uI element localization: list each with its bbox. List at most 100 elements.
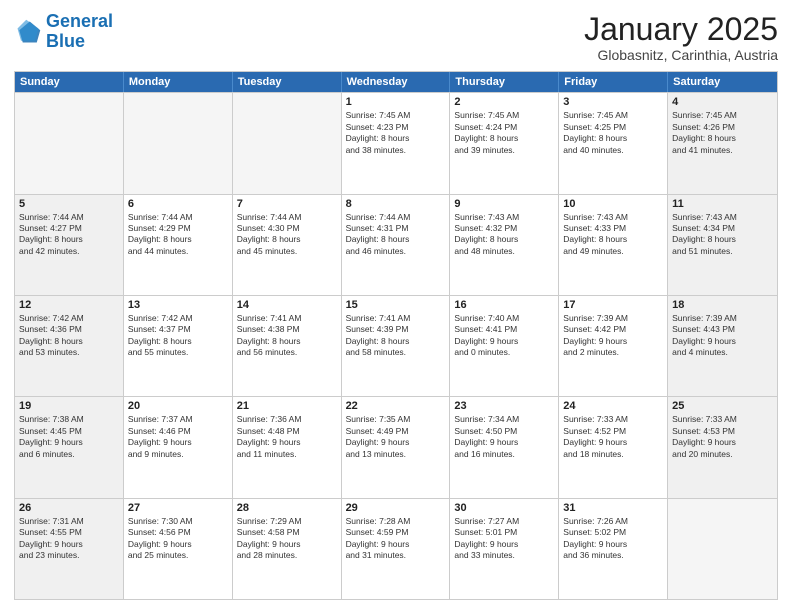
cal-cell-16: 16Sunrise: 7:40 AM Sunset: 4:41 PM Dayli…: [450, 296, 559, 396]
header: General Blue January 2025 Globasnitz, Ca…: [14, 12, 778, 63]
day-number: 31: [563, 502, 663, 514]
cell-text: Sunrise: 7:38 AM Sunset: 4:45 PM Dayligh…: [19, 414, 119, 460]
month-title: January 2025: [584, 12, 778, 47]
day-number: 3: [563, 96, 663, 108]
cal-cell-empty-0-1: [124, 93, 233, 193]
cell-text: Sunrise: 7:26 AM Sunset: 5:02 PM Dayligh…: [563, 516, 663, 562]
cal-cell-28: 28 Sunrise: 7:29 AM Sunset: 4:58 PM Dayli…: [233, 499, 342, 599]
day-number: 5: [19, 198, 119, 210]
cal-cell-empty-0-0: [15, 93, 124, 193]
cal-cell-14: 14 Sunrise: 7:41 AM Sunset: 4:38 PM Dayli…: [233, 296, 342, 396]
day-number: 25: [672, 400, 773, 412]
day-number: 20: [128, 400, 228, 412]
cell-text: Sunrise: 7:44 AM Sunset: 4:30 PM Dayligh…: [237, 212, 337, 258]
day-number: 29: [346, 502, 446, 514]
logo-blue: Blue: [46, 31, 85, 51]
cal-cell-17: 17Sunrise: 7:39 AM Sunset: 4:42 PM Dayli…: [559, 296, 668, 396]
cal-cell-1: 1 Sunrise: 7:45 AM Sunset: 4:23 PM Daylig…: [342, 93, 451, 193]
header-day-wednesday: Wednesday: [342, 72, 451, 92]
day-number: 14: [237, 299, 337, 311]
cell-text: Sunrise: 7:29 AM Sunset: 4:58 PM Dayligh…: [237, 516, 337, 562]
logo: General Blue: [14, 12, 113, 52]
cal-cell-23: 23 Sunrise: 7:34 AM Sunset: 4:50 PM Dayli…: [450, 397, 559, 497]
cal-cell-22: 22Sunrise: 7:35 AM Sunset: 4:49 PM Dayli…: [342, 397, 451, 497]
cell-text: Sunrise: 7:40 AM Sunset: 4:41 PM Dayligh…: [454, 313, 554, 359]
cell-text: Sunrise: 7:28 AM Sunset: 4:59 PM Dayligh…: [346, 516, 446, 562]
cell-text: Sunrise: 7:45 AM Sunset: 4:25 PM Dayligh…: [563, 110, 663, 156]
cell-text: Sunrise: 7:33 AM Sunset: 4:52 PM Dayligh…: [563, 414, 663, 460]
cal-cell-empty-4-6: [668, 499, 777, 599]
cal-row-3: 19 Sunrise: 7:38 AM Sunset: 4:45 PM Dayli…: [15, 396, 777, 497]
cal-row-1: 5 Sunrise: 7:44 AM Sunset: 4:27 PM Daylig…: [15, 194, 777, 295]
day-number: 23: [454, 400, 554, 412]
cell-text: Sunrise: 7:44 AM Sunset: 4:29 PM Dayligh…: [128, 212, 228, 258]
cal-cell-7: 7Sunrise: 7:44 AM Sunset: 4:30 PM Daylig…: [233, 195, 342, 295]
day-number: 21: [237, 400, 337, 412]
calendar-header: SundayMondayTuesdayWednesdayThursdayFrid…: [15, 72, 777, 92]
cal-cell-3: 3 Sunrise: 7:45 AM Sunset: 4:25 PM Daylig…: [559, 93, 668, 193]
day-number: 28: [237, 502, 337, 514]
cal-cell-27: 27 Sunrise: 7:30 AM Sunset: 4:56 PM Dayli…: [124, 499, 233, 599]
day-number: 30: [454, 502, 554, 514]
cell-text: Sunrise: 7:41 AM Sunset: 4:38 PM Dayligh…: [237, 313, 337, 359]
cal-cell-26: 26Sunrise: 7:31 AM Sunset: 4:55 PM Dayli…: [15, 499, 124, 599]
cal-row-0: 1 Sunrise: 7:45 AM Sunset: 4:23 PM Daylig…: [15, 92, 777, 193]
logo-general: General: [46, 11, 113, 31]
cell-text: Sunrise: 7:34 AM Sunset: 4:50 PM Dayligh…: [454, 414, 554, 460]
cal-cell-29: 29 Sunrise: 7:28 AM Sunset: 4:59 PM Dayli…: [342, 499, 451, 599]
cal-cell-4: 4Sunrise: 7:45 AM Sunset: 4:26 PM Daylig…: [668, 93, 777, 193]
cal-cell-19: 19 Sunrise: 7:38 AM Sunset: 4:45 PM Dayli…: [15, 397, 124, 497]
day-number: 1: [346, 96, 446, 108]
day-number: 11: [672, 198, 773, 210]
cell-text: Sunrise: 7:31 AM Sunset: 4:55 PM Dayligh…: [19, 516, 119, 562]
cell-text: Sunrise: 7:42 AM Sunset: 4:37 PM Dayligh…: [128, 313, 228, 359]
day-number: 9: [454, 198, 554, 210]
cell-text: Sunrise: 7:43 AM Sunset: 4:33 PM Dayligh…: [563, 212, 663, 258]
day-number: 2: [454, 96, 554, 108]
day-number: 27: [128, 502, 228, 514]
cell-text: Sunrise: 7:44 AM Sunset: 4:31 PM Dayligh…: [346, 212, 446, 258]
cal-cell-2: 2 Sunrise: 7:45 AM Sunset: 4:24 PM Daylig…: [450, 93, 559, 193]
cal-cell-5: 5 Sunrise: 7:44 AM Sunset: 4:27 PM Daylig…: [15, 195, 124, 295]
cell-text: Sunrise: 7:43 AM Sunset: 4:32 PM Dayligh…: [454, 212, 554, 258]
cal-cell-empty-0-2: [233, 93, 342, 193]
calendar-body: 1 Sunrise: 7:45 AM Sunset: 4:23 PM Daylig…: [15, 92, 777, 599]
day-number: 19: [19, 400, 119, 412]
day-number: 10: [563, 198, 663, 210]
cal-cell-20: 20 Sunrise: 7:37 AM Sunset: 4:46 PM Dayli…: [124, 397, 233, 497]
cal-cell-25: 25 Sunrise: 7:33 AM Sunset: 4:53 PM Dayli…: [668, 397, 777, 497]
cell-text: Sunrise: 7:36 AM Sunset: 4:48 PM Dayligh…: [237, 414, 337, 460]
cell-text: Sunrise: 7:33 AM Sunset: 4:53 PM Dayligh…: [672, 414, 773, 460]
logo-text: General Blue: [46, 12, 113, 52]
cal-cell-13: 13 Sunrise: 7:42 AM Sunset: 4:37 PM Dayli…: [124, 296, 233, 396]
day-number: 13: [128, 299, 228, 311]
cal-cell-12: 12Sunrise: 7:42 AM Sunset: 4:36 PM Dayli…: [15, 296, 124, 396]
cell-text: Sunrise: 7:37 AM Sunset: 4:46 PM Dayligh…: [128, 414, 228, 460]
cal-cell-21: 21 Sunrise: 7:36 AM Sunset: 4:48 PM Dayli…: [233, 397, 342, 497]
header-day-thursday: Thursday: [450, 72, 559, 92]
header-day-monday: Monday: [124, 72, 233, 92]
day-number: 15: [346, 299, 446, 311]
cell-text: Sunrise: 7:45 AM Sunset: 4:23 PM Dayligh…: [346, 110, 446, 156]
cell-text: Sunrise: 7:30 AM Sunset: 4:56 PM Dayligh…: [128, 516, 228, 562]
day-number: 12: [19, 299, 119, 311]
cell-text: Sunrise: 7:27 AM Sunset: 5:01 PM Dayligh…: [454, 516, 554, 562]
cell-text: Sunrise: 7:41 AM Sunset: 4:39 PM Dayligh…: [346, 313, 446, 359]
cal-cell-15: 15 Sunrise: 7:41 AM Sunset: 4:39 PM Dayli…: [342, 296, 451, 396]
cal-cell-30: 30 Sunrise: 7:27 AM Sunset: 5:01 PM Dayli…: [450, 499, 559, 599]
cal-cell-6: 6Sunrise: 7:44 AM Sunset: 4:29 PM Daylig…: [124, 195, 233, 295]
day-number: 22: [346, 400, 446, 412]
cal-cell-10: 10 Sunrise: 7:43 AM Sunset: 4:33 PM Dayli…: [559, 195, 668, 295]
cal-cell-11: 11Sunrise: 7:43 AM Sunset: 4:34 PM Dayli…: [668, 195, 777, 295]
cell-text: Sunrise: 7:45 AM Sunset: 4:24 PM Dayligh…: [454, 110, 554, 156]
cell-text: Sunrise: 7:39 AM Sunset: 4:42 PM Dayligh…: [563, 313, 663, 359]
day-number: 24: [563, 400, 663, 412]
header-day-friday: Friday: [559, 72, 668, 92]
day-number: 18: [672, 299, 773, 311]
cal-row-4: 26Sunrise: 7:31 AM Sunset: 4:55 PM Dayli…: [15, 498, 777, 599]
cal-cell-8: 8Sunrise: 7:44 AM Sunset: 4:31 PM Daylig…: [342, 195, 451, 295]
cell-text: Sunrise: 7:44 AM Sunset: 4:27 PM Dayligh…: [19, 212, 119, 258]
header-day-tuesday: Tuesday: [233, 72, 342, 92]
cal-row-2: 12Sunrise: 7:42 AM Sunset: 4:36 PM Dayli…: [15, 295, 777, 396]
calendar: SundayMondayTuesdayWednesdayThursdayFrid…: [14, 71, 778, 600]
